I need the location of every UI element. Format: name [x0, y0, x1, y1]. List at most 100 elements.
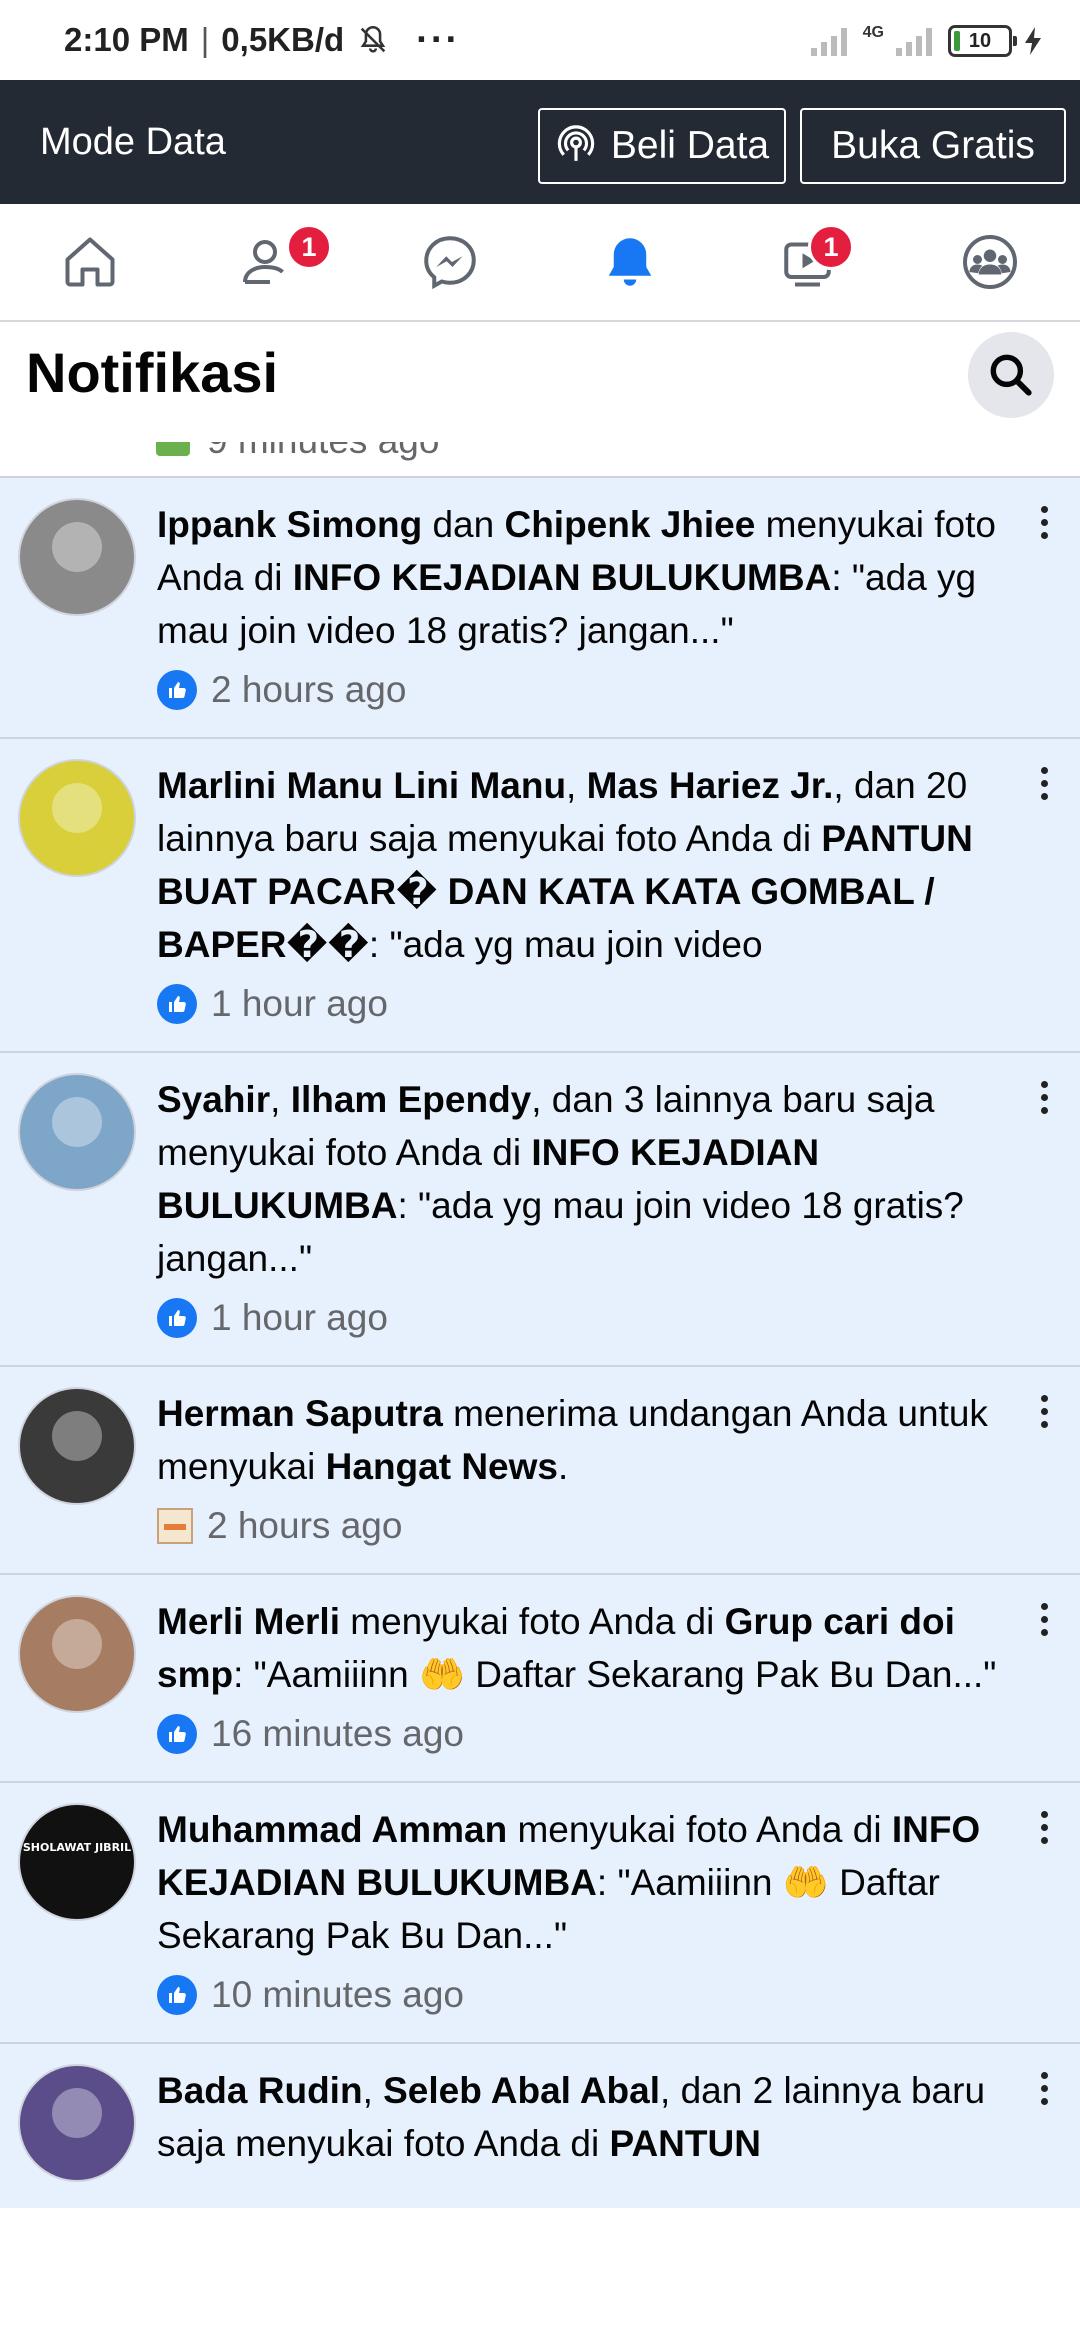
notification-phrase: , [566, 765, 587, 806]
data-mode-bar: Mode Data Beli Data Buka Gratis [0, 80, 1080, 204]
notification-item[interactable]: Merli Merli menyukai foto Anda di Grup c… [0, 1573, 1080, 1781]
notification-text: Syahir, Ilham Ependy, dan 3 lainnya baru… [157, 1073, 1000, 1285]
like-icon [157, 670, 197, 710]
notification-meta: 2 hours ago [157, 663, 1000, 717]
more-options-icon[interactable] [1038, 1081, 1050, 1120]
nav-home[interactable] [0, 204, 180, 320]
nav-friends[interactable]: 1 [180, 204, 360, 320]
more-options-icon[interactable] [1038, 2072, 1050, 2111]
status-data-rate: 0,5KB/d [221, 21, 345, 58]
notification-phrase: : "ada yg mau join video [368, 924, 763, 965]
avatar-figure [52, 1619, 102, 1669]
like-icon [157, 1975, 197, 2015]
avatar-caption: SHOLAWAT JIBRIL [22, 1841, 132, 1854]
page-title: Notifikasi [26, 341, 279, 404]
notification-phrase: , [270, 1079, 291, 1120]
notification-entity: Herman Saputra [157, 1393, 443, 1434]
notification-entity: Ilham Ependy [290, 1079, 532, 1120]
notification-phrase: . [557, 1446, 569, 1487]
mute-bell-icon [360, 25, 386, 53]
more-options-icon[interactable] [1038, 767, 1050, 806]
notification-meta: 1 hour ago [157, 1291, 1000, 1345]
avatar[interactable] [18, 1595, 136, 1713]
notification-item[interactable]: Syahir, Ilham Ependy, dan 3 lainnya baru… [0, 1051, 1080, 1365]
home-icon [65, 237, 115, 287]
notification-items: Ippank Simong dan Chipenk Jhiee menyukai… [0, 476, 1080, 2190]
battery-icon: 10 [948, 25, 1017, 57]
avatar[interactable] [18, 498, 136, 616]
main-nav-bar: 1 1 [0, 204, 1080, 322]
notification-text: Muhammad Amman menyukai foto Anda di INF… [157, 1803, 1000, 1962]
notification-text: Ippank Simong dan Chipenk Jhiee menyukai… [157, 498, 1000, 657]
notification-entity: Syahir [157, 1079, 271, 1120]
friends-badge: 1 [286, 224, 332, 270]
avatar[interactable] [18, 2064, 136, 2182]
status-separator: | [200, 21, 210, 58]
nav-notifications[interactable] [540, 204, 720, 320]
charging-bolt-icon [1025, 27, 1041, 55]
search-button[interactable] [968, 332, 1054, 418]
notification-phrase: : "Aamiiinn 🤲 Daftar Sekarang Pak Bu Dan… [233, 1654, 997, 1695]
avatar[interactable]: SHOLAWAT JIBRIL [18, 1803, 136, 1921]
beli-data-label: Beli Data [610, 124, 770, 167]
avatar[interactable] [18, 1387, 136, 1505]
status-time-group: 2:10 PM | 0,5KB/d [64, 21, 390, 59]
notification-time: 10 minutes ago [211, 1974, 465, 2015]
notification-entity: INFO KEJADIAN BULUKUMBA [292, 557, 832, 598]
buka-gratis-label: Buka Gratis [831, 124, 1035, 167]
more-options-icon[interactable] [1038, 1811, 1050, 1850]
more-options-icon[interactable] [1038, 1395, 1050, 1434]
nav-watch[interactable]: 1 [720, 204, 900, 320]
notification-time: 16 minutes ago [211, 1713, 465, 1754]
like-icon [157, 1298, 197, 1338]
notification-entity: Ippank Simong [157, 504, 423, 545]
notification-time: 2 hours ago [207, 1505, 403, 1546]
nav-groups[interactable] [900, 204, 1080, 320]
notification-text: Marlini Manu Lini Manu, Mas Hariez Jr., … [157, 759, 1000, 971]
avatar-figure [52, 2088, 102, 2138]
previous-item-fragment: 9 minutes ago [0, 442, 1080, 476]
notification-phrase: menyukai foto Anda di [340, 1601, 725, 1642]
status-right: 4G 10 [809, 24, 1044, 58]
notification-item[interactable]: SHOLAWAT JIBRIL Muhammad Amman menyukai f… [0, 1781, 1080, 2042]
notification-item[interactable]: Bada Rudin, Seleb Abal Abal, dan 2 lainn… [0, 2042, 1080, 2190]
notification-entity: Seleb Abal Abal [383, 2070, 661, 2111]
notification-meta: 2 hours ago [157, 1499, 1000, 1553]
like-icon [157, 1714, 197, 1754]
comment-icon [156, 442, 190, 456]
status-time: 2:10 PM [64, 21, 189, 58]
like-icon [157, 984, 197, 1024]
notification-entity: Chipenk Jhiee [504, 504, 756, 545]
notification-item[interactable]: Herman Saputra menerima undangan Anda un… [0, 1365, 1080, 1573]
notification-entity: PANTUN [609, 2123, 761, 2164]
notification-meta: 16 minutes ago [157, 1707, 1000, 1761]
notification-meta: 1 hour ago [157, 977, 1000, 1031]
notification-entity: Mas Hariez Jr. [586, 765, 834, 806]
buka-gratis-button[interactable]: Buka Gratis [800, 108, 1066, 184]
broadcast-icon [557, 125, 595, 161]
notification-list[interactable]: 9 minutes ago Ippank Simong dan Chipenk … [0, 442, 1080, 2208]
status-more-dots: ··· [416, 18, 461, 61]
avatar[interactable] [18, 759, 136, 877]
notification-phrase: dan [422, 504, 505, 545]
avatar[interactable] [18, 1073, 136, 1191]
watch-badge: 1 [808, 224, 854, 270]
notification-entity: Muhammad Amman [157, 1809, 508, 1850]
beli-data-button[interactable]: Beli Data [538, 108, 786, 184]
notification-time: 1 hour ago [211, 983, 388, 1024]
previous-time: 9 minutes ago [207, 442, 439, 462]
notification-text: Herman Saputra menerima undangan Anda un… [157, 1387, 1000, 1493]
more-options-icon[interactable] [1038, 506, 1050, 545]
notification-item[interactable]: Marlini Manu Lini Manu, Mas Hariez Jr., … [0, 737, 1080, 1051]
mode-title: Mode Data [40, 120, 226, 163]
notification-item[interactable]: Ippank Simong dan Chipenk Jhiee menyukai… [0, 476, 1080, 737]
notifications-header: Notifikasi [0, 322, 1080, 442]
more-options-icon[interactable] [1038, 1603, 1050, 1642]
search-icon [990, 354, 1032, 396]
notification-time: 2 hours ago [211, 669, 407, 710]
avatar-figure [52, 522, 102, 572]
signal-4g-icon [896, 28, 932, 56]
nav-messenger[interactable] [360, 204, 540, 320]
battery-level: 10 [968, 29, 992, 52]
notification-phrase: , [362, 2070, 384, 2111]
